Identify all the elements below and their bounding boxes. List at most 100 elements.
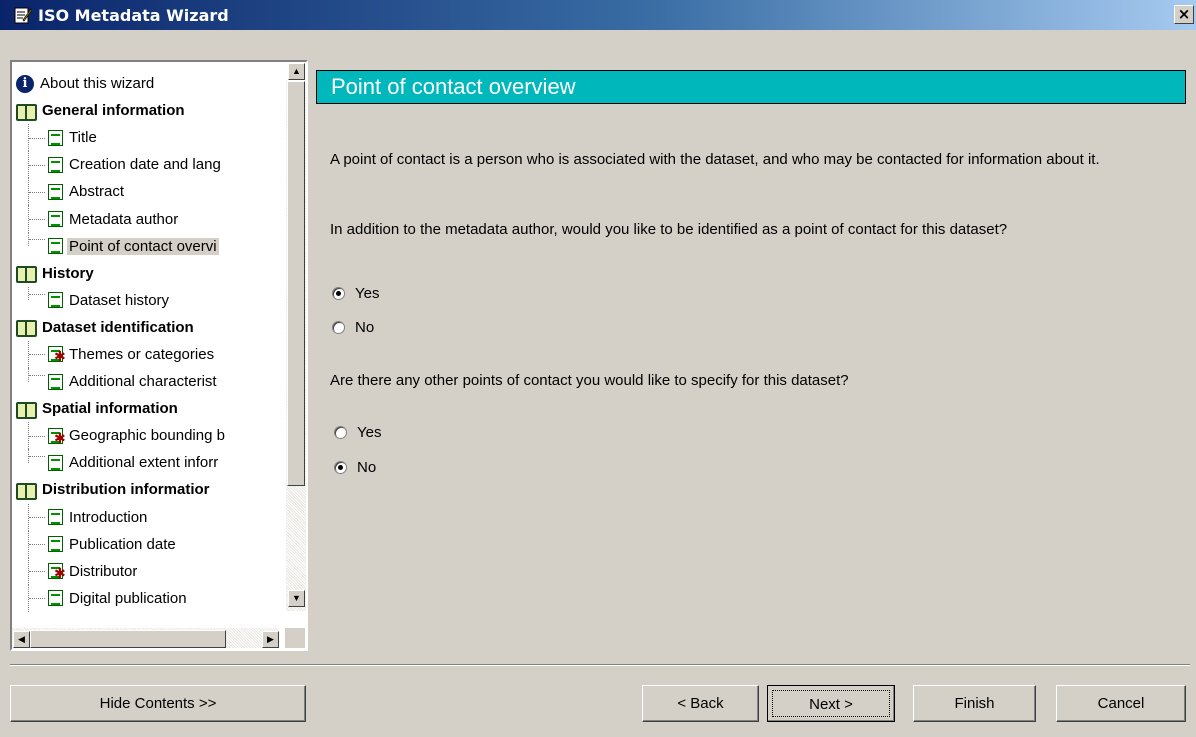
tree-item[interactable]: Distributor xyxy=(12,557,278,585)
page-icon xyxy=(48,183,63,200)
scroll-right-button[interactable]: ▶ xyxy=(262,631,279,648)
tree-connector xyxy=(28,232,46,247)
tree-item-label: Publication date xyxy=(69,535,176,553)
tree-item[interactable]: i About this wizard xyxy=(12,70,278,97)
tree-item[interactable]: Abstract xyxy=(12,178,278,206)
q2-no-label: No xyxy=(357,459,377,476)
page-heading-bar: Point of contact overview xyxy=(316,70,1186,104)
title-bar: ISO Metadata Wizard × xyxy=(0,0,1196,30)
page-icon xyxy=(48,292,63,309)
tree-connector xyxy=(28,584,46,612)
tree-connector xyxy=(28,178,46,206)
footer-divider xyxy=(10,664,1190,666)
q2-yes-option[interactable]: Yes xyxy=(334,424,381,441)
hide-contents-button[interactable]: Hide Contents >> xyxy=(10,685,306,722)
tree-connector xyxy=(28,422,46,450)
question-1-text: In addition to the metadata author, woul… xyxy=(330,221,1008,238)
cancel-button[interactable]: Cancel xyxy=(1056,685,1186,722)
tree-item[interactable]: Point of contact overvi xyxy=(12,232,278,260)
tree-item[interactable]: Introduction xyxy=(12,503,278,531)
tree-connector xyxy=(28,286,46,301)
tree-item-label: Point of contact overvi xyxy=(67,237,219,255)
q1-no-option[interactable]: No xyxy=(332,319,374,336)
tree-section[interactable]: General information xyxy=(12,97,278,124)
window-title: ISO Metadata Wizard xyxy=(38,5,229,25)
tree-item-label: Digital publication xyxy=(69,589,187,607)
tree-item[interactable]: Publication date xyxy=(12,530,278,558)
tree-item[interactable]: Creation date and lang xyxy=(12,151,278,179)
close-button[interactable]: × xyxy=(1174,5,1194,24)
scrollbar-corner xyxy=(285,628,305,648)
tree-connector xyxy=(28,449,46,463)
next-button[interactable]: Next > xyxy=(767,685,895,722)
tree-item[interactable]: Geographic bounding b xyxy=(12,422,278,450)
tree-item[interactable]: Themes or categories xyxy=(12,340,278,369)
page-icon xyxy=(48,373,63,390)
tree-connector xyxy=(28,557,46,585)
q1-yes-label: Yes xyxy=(355,285,380,302)
tree-item-label: History xyxy=(42,264,94,282)
page-required-icon xyxy=(48,563,66,580)
scroll-left-button[interactable]: ◀ xyxy=(13,631,30,648)
q2-yes-label: Yes xyxy=(357,424,382,441)
q1-yes-radio[interactable] xyxy=(332,287,345,300)
tree-item[interactable]: Title xyxy=(12,124,278,152)
intro-text: A point of contact is a person who is as… xyxy=(330,151,1100,168)
tree-item-label: Dataset identification xyxy=(42,318,194,336)
page-icon xyxy=(48,129,63,146)
tree-connector xyxy=(28,368,46,382)
tree-item[interactable]: Dataset history xyxy=(12,286,278,314)
page-required-icon xyxy=(48,427,66,445)
tree-item[interactable]: Additional extent inforr xyxy=(12,449,278,476)
tree-section[interactable]: History xyxy=(12,260,278,287)
question-2-text: Are there any other points of contact yo… xyxy=(330,372,849,389)
tree-item-label: Title xyxy=(69,129,97,147)
tree-connector xyxy=(28,340,46,369)
vertical-scrollbar-thumb[interactable] xyxy=(287,81,305,486)
horizontal-scrollbar-thumb[interactable] xyxy=(30,630,226,648)
tree-item-label: Geographic bounding b xyxy=(69,427,225,445)
tree-section[interactable]: Dataset identification xyxy=(12,314,278,341)
q1-no-label: No xyxy=(355,319,375,336)
q2-no-option[interactable]: No xyxy=(334,459,376,476)
tree-item[interactable]: Additional characterist xyxy=(12,368,278,395)
app-icon xyxy=(14,6,33,24)
info-icon: i xyxy=(16,74,34,93)
tree-item-label: Distributor xyxy=(69,562,138,580)
tree-item-label: Creation date and lang xyxy=(69,156,221,174)
tree-item-label: Metadata author xyxy=(69,210,179,228)
back-button[interactable]: < Back xyxy=(642,685,759,722)
contents-tree[interactable]: i About this wizard General information Tit… xyxy=(10,60,308,651)
page-icon xyxy=(48,238,63,255)
tree-item-label: Additional characterist xyxy=(69,373,217,391)
page-title: Point of contact overview xyxy=(331,74,576,99)
tree-item-label: General information xyxy=(42,102,185,120)
tree-item-label: About this wizard xyxy=(40,75,155,93)
page-icon xyxy=(48,211,63,228)
scroll-up-button[interactable]: ▲ xyxy=(288,63,305,80)
q1-no-radio[interactable] xyxy=(332,321,345,334)
book-icon xyxy=(16,318,37,338)
tree-item-label: Abstract xyxy=(69,183,125,201)
tree-item-label: Distribution informatior xyxy=(42,481,210,499)
finish-button[interactable]: Finish xyxy=(913,685,1036,722)
tree-connector xyxy=(28,530,46,558)
tree-item[interactable]: Metadata author xyxy=(12,205,278,233)
book-icon xyxy=(16,400,37,419)
tree-section[interactable]: Distribution informatior xyxy=(12,476,278,503)
tree-connector xyxy=(28,503,46,531)
book-icon xyxy=(16,102,37,121)
tree-section[interactable]: Spatial information xyxy=(12,395,278,422)
q1-yes-option[interactable]: Yes xyxy=(332,285,379,302)
tree-connector xyxy=(28,124,46,152)
page-icon xyxy=(48,156,63,173)
tree-item-label: Introduction xyxy=(69,508,148,526)
scroll-down-button[interactable]: ▼ xyxy=(288,590,305,607)
next-button-label: Next > xyxy=(772,690,890,717)
q2-yes-radio[interactable] xyxy=(334,426,347,439)
tree-item[interactable]: Digital publication xyxy=(12,584,278,612)
tree-item-label: Dataset history xyxy=(69,291,170,309)
tree-connector xyxy=(28,205,46,233)
tree-connector xyxy=(28,151,46,179)
q2-no-radio[interactable] xyxy=(334,461,347,474)
